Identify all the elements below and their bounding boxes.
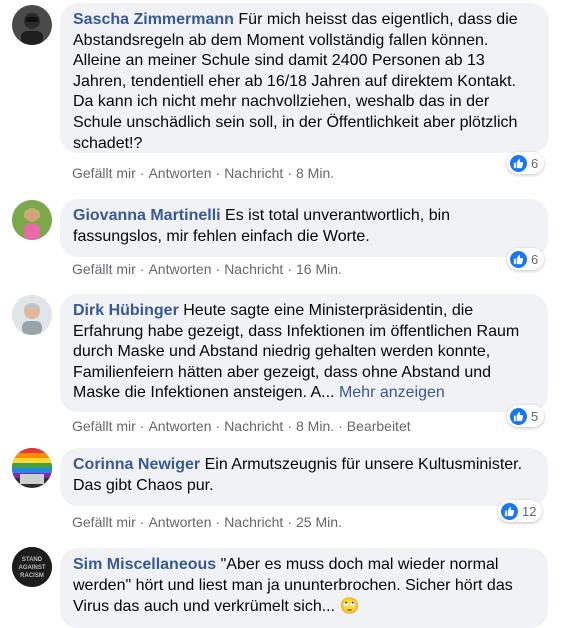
comment-bubble: Sascha Zimmermann Für mich heisst das ei… (60, 3, 549, 153)
comment-author[interactable]: Sascha Zimmermann (73, 11, 234, 28)
comment: Giovanna Martinelli Es ist total unveran… (0, 195, 561, 285)
svg-text:RACISM: RACISM (20, 573, 44, 579)
like-icon (510, 154, 527, 172)
timestamp[interactable]: 8 Min. (296, 418, 334, 434)
reply-button[interactable]: Antworten (148, 261, 211, 277)
reply-button[interactable]: Antworten (148, 165, 211, 181)
timestamp[interactable]: 25 Min. (296, 514, 342, 530)
message-button[interactable]: Nachricht (224, 261, 283, 277)
eye-roll-emoji-icon: 🙄 (339, 596, 360, 616)
svg-text:STAND: STAND (22, 557, 43, 563)
message-button[interactable]: Nachricht (224, 418, 283, 434)
avatar[interactable] (12, 5, 52, 45)
comment-bubble: Dirk Hübinger Heute sagte eine Ministerp… (60, 294, 548, 412)
comment: Sascha Zimmermann Für mich heisst das ei… (0, 0, 561, 190)
comment-actions: Gefällt mir · Antworten · Nachricht · 16 Min. (72, 261, 342, 277)
reaction-count[interactable]: 6 (507, 248, 545, 270)
svg-text:AGAINST: AGAINST (19, 565, 46, 571)
avatar[interactable] (12, 295, 52, 335)
reply-button[interactable]: Antworten (148, 418, 211, 434)
reply-button[interactable]: Antworten (148, 514, 211, 530)
comment-actions: Gefällt mir · Antworten · Nachricht · 8 Min. (72, 165, 335, 181)
comment-author[interactable]: Corinna Newiger (73, 456, 200, 473)
like-icon (510, 250, 527, 268)
avatar[interactable]: STAND AGAINST RACISM (12, 547, 52, 587)
comment-author[interactable]: Giovanna Martinelli (73, 207, 221, 224)
reaction-count[interactable]: 12 (498, 500, 543, 522)
timestamp[interactable]: 16 Min. (296, 261, 342, 277)
comment-actions: Gefällt mir · Antworten · Nachricht · 25 Min. (72, 514, 342, 530)
comment-author[interactable]: Dirk Hübinger (73, 302, 179, 319)
reaction-count[interactable]: 5 (507, 405, 545, 427)
comment-bubble: Sim Miscellaneous "Aber es muss doch mal… (60, 548, 548, 628)
see-more-link[interactable]: Mehr anzeigen (339, 384, 445, 401)
comment: Corinna Newiger Ein Armutszeugnis für un… (0, 443, 561, 538)
edited-label: Bearbeitet (346, 418, 411, 434)
reaction-count[interactable]: 6 (507, 152, 545, 174)
like-button[interactable]: Gefällt mir (72, 514, 136, 530)
like-button[interactable]: Gefällt mir (72, 261, 136, 277)
comment-bubble: Giovanna Martinelli Es ist total unveran… (60, 199, 548, 257)
comment: STAND AGAINST RACISM Sim Miscellaneous "Ab… (0, 540, 561, 628)
comment-actions: Gefällt mir · Antworten · Nachricht · 8 Min. · B… (72, 418, 411, 434)
avatar[interactable] (12, 200, 52, 240)
comment-bubble: Corinna Newiger Ein Armutszeugnis für un… (60, 448, 548, 506)
like-button[interactable]: Gefällt mir (72, 165, 136, 181)
like-button[interactable]: Gefällt mir (72, 418, 136, 434)
comment: Dirk Hübinger Heute sagte eine Ministerp… (0, 290, 561, 440)
like-icon (510, 407, 527, 425)
like-icon (501, 502, 518, 520)
avatar[interactable] (12, 448, 52, 488)
timestamp[interactable]: 8 Min. (296, 165, 334, 181)
comment-author[interactable]: Sim Miscellaneous (73, 556, 216, 573)
comment-text: Für mich heisst das eigentlich, dass die… (73, 11, 518, 152)
message-button[interactable]: Nachricht (224, 514, 283, 530)
message-button[interactable]: Nachricht (224, 165, 283, 181)
